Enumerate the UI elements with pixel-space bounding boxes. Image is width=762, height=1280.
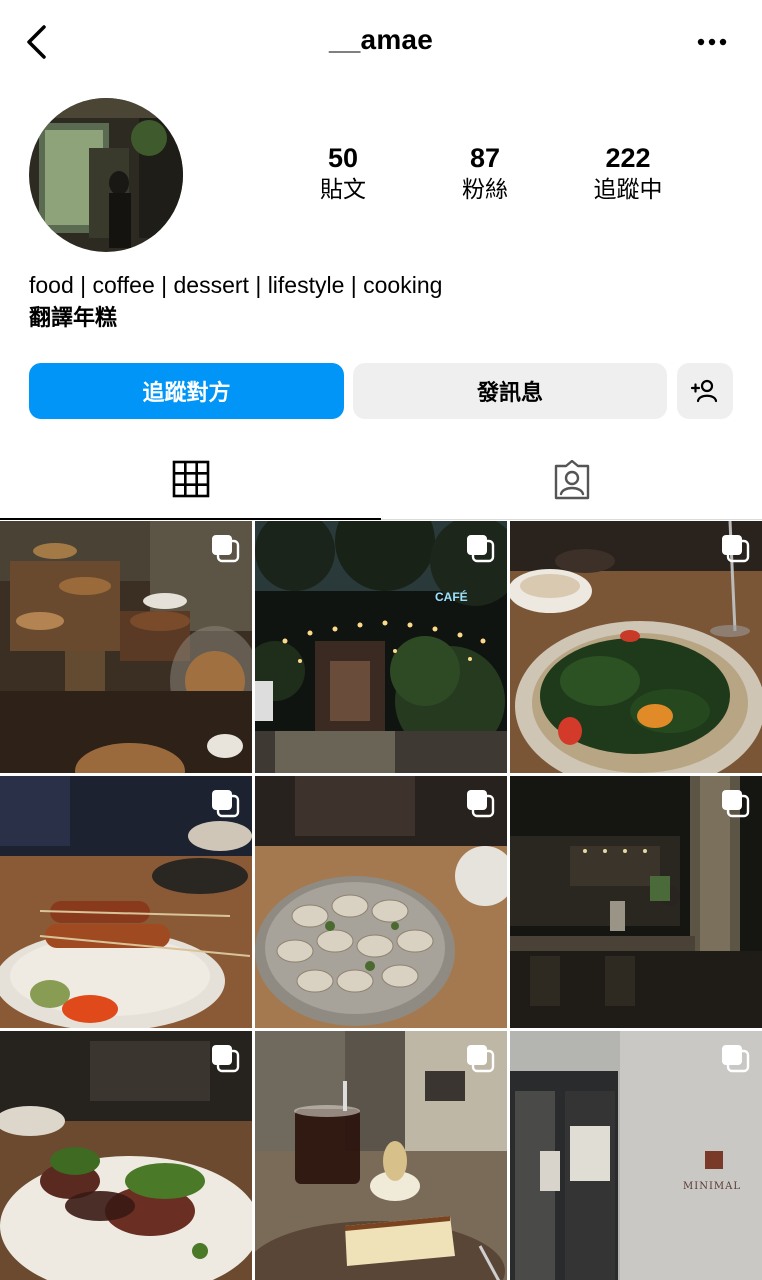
grid-icon (172, 460, 209, 498)
profile-display-name: 翻譯年糕 (29, 305, 118, 330)
posts-label: 貼文 (320, 176, 366, 202)
posts-stat[interactable]: 50 貼文 (273, 142, 413, 204)
multiple-posts-icon (212, 1045, 240, 1073)
tab-posts-grid[interactable] (0, 440, 381, 520)
followers-stat[interactable]: 87 粉絲 (415, 142, 555, 204)
following-count: 222 (605, 143, 651, 173)
post-salad-bowl[interactable] (510, 521, 762, 773)
add-person-icon (690, 379, 718, 403)
svg-text:CAFÉ: CAFÉ (435, 589, 468, 604)
followers-count: 87 (469, 143, 501, 173)
multiple-posts-icon (467, 790, 495, 818)
post-steak[interactable] (0, 1031, 252, 1280)
post-bakery-display[interactable] (0, 521, 252, 773)
message-button[interactable]: 發訊息 (353, 363, 667, 419)
profile-bio: food | coffee | dessert | lifestyle | co… (29, 272, 443, 298)
multiple-posts-icon (467, 535, 495, 563)
post-skewers[interactable] (0, 776, 252, 1028)
post-dumplings[interactable] (255, 776, 507, 1028)
top-bar: __amae (0, 0, 762, 84)
tab-tagged[interactable] (381, 440, 762, 520)
more-dots-icon (697, 38, 727, 46)
post-coffee-cheesecake[interactable] (255, 1031, 507, 1280)
suggest-people-button[interactable] (677, 363, 733, 419)
profile-stats: 50 貼文 87 粉絲 222 追蹤中 (270, 142, 700, 212)
following-stat[interactable]: 222 追蹤中 (558, 142, 698, 204)
tagged-icon (554, 459, 589, 499)
posts-count: 50 (327, 143, 359, 173)
multiple-posts-icon (722, 1045, 750, 1073)
multiple-posts-icon (722, 535, 750, 563)
post-minimal-storefront[interactable]: MINIMAL (510, 1031, 762, 1280)
brand-sign: MINIMAL (683, 1181, 741, 1192)
profile-avatar[interactable] (29, 98, 183, 252)
more-options-button[interactable] (692, 30, 732, 54)
multiple-posts-icon (212, 790, 240, 818)
multiple-posts-icon (212, 535, 240, 563)
profile-username: __amae (329, 24, 433, 55)
followers-label: 粉絲 (462, 176, 508, 202)
follow-button[interactable]: 追蹤對方 (29, 363, 344, 419)
following-label: 追蹤中 (593, 176, 663, 202)
posts-grid: CAFÉ MINIMAL (0, 521, 762, 1280)
multiple-posts-icon (467, 1045, 495, 1073)
multiple-posts-icon (722, 790, 750, 818)
post-dark-bar[interactable] (510, 776, 762, 1028)
post-cafe-night[interactable]: CAFÉ (255, 521, 507, 773)
profile-tabs (0, 440, 762, 520)
